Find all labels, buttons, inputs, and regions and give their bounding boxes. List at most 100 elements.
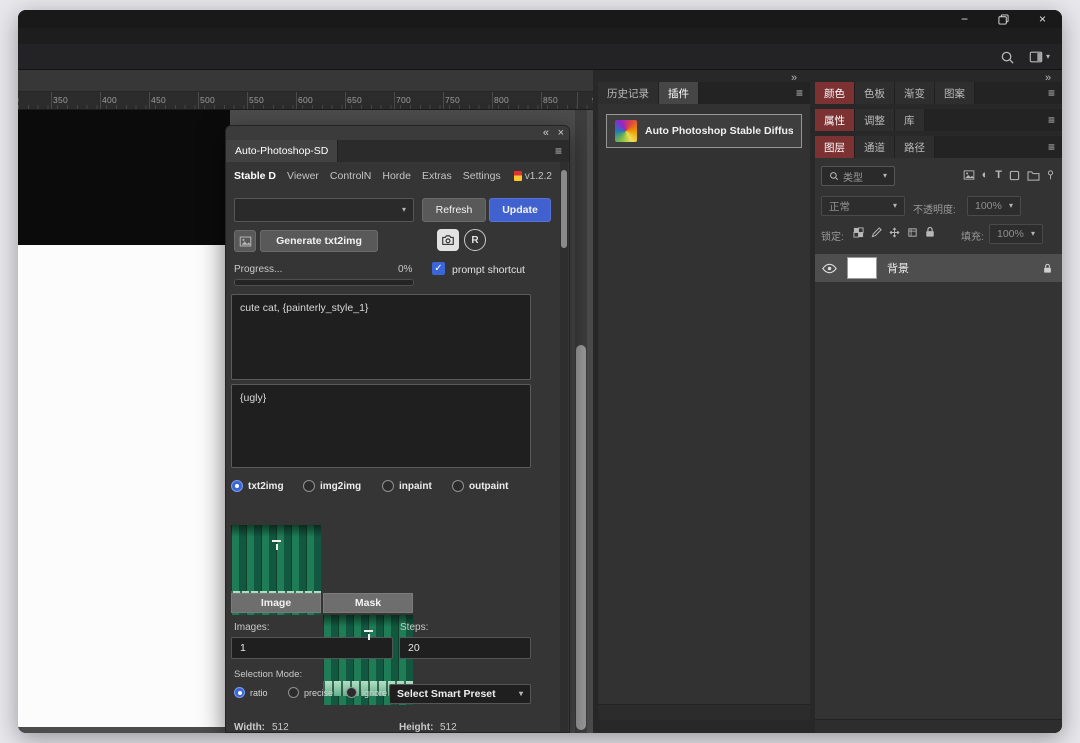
- radio-icon: [346, 687, 357, 698]
- tab-extras[interactable]: Extras: [422, 170, 452, 182]
- adjustment-layer-filter-icon[interactable]: ◐: [982, 170, 989, 181]
- selection-option-ratio[interactable]: ratio: [234, 687, 268, 698]
- fill-select[interactable]: 100% ▾: [989, 224, 1043, 244]
- panel-menu-icon[interactable]: ≡: [1048, 113, 1055, 127]
- model-select[interactable]: ▾: [234, 198, 414, 222]
- tab-settings[interactable]: Settings: [463, 170, 501, 182]
- generate-txt2img-button[interactable]: Generate txt2img: [260, 230, 378, 252]
- panel-grip[interactable]: « ×: [226, 126, 569, 140]
- tab-channels[interactable]: 通道: [855, 136, 895, 158]
- lock-buttons: [853, 226, 935, 238]
- ruler-number: 400: [102, 95, 117, 105]
- selection-option-precise[interactable]: precise: [288, 687, 333, 698]
- image-picker-button[interactable]: [234, 230, 256, 252]
- mode-option-txt2img[interactable]: txt2img: [231, 480, 284, 492]
- type-layer-filter-icon[interactable]: T: [995, 170, 1002, 181]
- auto-photoshop-sd-panel: « × Auto-Photoshop-SD ≡ Stable D Viewer …: [225, 125, 570, 733]
- panel-menu-icon[interactable]: ≡: [1048, 86, 1055, 100]
- radio-icon: [452, 480, 464, 492]
- chevron-down-icon: ▾: [883, 172, 887, 180]
- mask-button[interactable]: Mask: [323, 593, 413, 613]
- prompt-textarea[interactable]: cute cat, {painterly_style_1}: [231, 294, 531, 380]
- workspace-switcher-icon[interactable]: ▾: [1029, 50, 1050, 64]
- tab-paths[interactable]: 路径: [895, 136, 935, 158]
- r-circle-button[interactable]: R: [464, 229, 486, 251]
- background-lock-icon[interactable]: [1043, 263, 1052, 274]
- panel-scrollbar-thumb[interactable]: [561, 170, 567, 248]
- tab-adjustments[interactable]: 调整: [855, 109, 895, 131]
- tab-history[interactable]: 历史记录: [598, 82, 659, 104]
- negative-prompt-textarea[interactable]: {ugly}: [231, 384, 531, 468]
- filter-toggle-icon[interactable]: [1047, 169, 1054, 181]
- tab-libraries[interactable]: 库: [895, 109, 925, 131]
- plugin-list-item[interactable]: Auto Photoshop Stable Diffusion...: [606, 114, 802, 148]
- images-input[interactable]: 1: [231, 637, 393, 659]
- collapse-panel-icon[interactable]: «: [543, 127, 549, 139]
- lock-pixels-brush-icon[interactable]: [871, 227, 882, 238]
- selection-option-ignore[interactable]: ignore: [346, 687, 387, 698]
- refresh-button[interactable]: Refresh: [422, 198, 486, 222]
- mode-option-img2img[interactable]: img2img: [303, 480, 361, 492]
- tab-stable-diffusion[interactable]: Stable D: [234, 170, 276, 182]
- radio-icon: [231, 480, 243, 492]
- search-icon[interactable]: [1000, 50, 1015, 65]
- blend-mode-select[interactable]: 正常 ▾: [821, 196, 905, 216]
- options-bar: ▾: [18, 44, 1062, 70]
- pixel-layer-filter-icon[interactable]: [963, 169, 975, 181]
- layer-name[interactable]: 背景: [887, 260, 909, 276]
- minimize-button[interactable]: −: [961, 13, 968, 25]
- scrollbar-thumb[interactable]: [576, 345, 586, 730]
- vertical-scrollbar[interactable]: [575, 110, 587, 733]
- ruler-number: 650: [347, 95, 362, 105]
- visibility-eye-icon[interactable]: [822, 263, 837, 274]
- tab-plugins[interactable]: 插件: [659, 82, 699, 104]
- steps-input[interactable]: 20: [399, 637, 531, 659]
- smart-preset-select[interactable]: Select Smart Preset ▾: [389, 684, 531, 704]
- ruler-number: 750: [445, 95, 460, 105]
- ruler-number: 300: [18, 95, 19, 105]
- layer-thumbnail[interactable]: [847, 257, 877, 279]
- layers-panel: 类型 ▾ ◐ T: [815, 158, 1062, 733]
- tab-swatches[interactable]: 色板: [855, 82, 895, 104]
- layers-panel-footer: [815, 719, 1062, 733]
- mode-option-outpaint[interactable]: outpaint: [452, 480, 508, 492]
- layer-filter-type-select[interactable]: 类型 ▾: [821, 166, 895, 186]
- image-button[interactable]: Image: [231, 593, 321, 613]
- lock-all-icon[interactable]: [925, 226, 935, 238]
- progress-percent: 0%: [398, 264, 412, 275]
- update-button[interactable]: Update: [489, 198, 551, 222]
- tab-patterns[interactable]: 图案: [935, 82, 975, 104]
- shape-layer-filter-icon[interactable]: [1009, 170, 1020, 181]
- panel-menu-icon[interactable]: ≡: [1048, 140, 1055, 154]
- lock-transparent-icon[interactable]: [853, 227, 864, 238]
- opacity-select[interactable]: 100% ▾: [967, 196, 1021, 216]
- ruler-number: 450: [151, 95, 166, 105]
- tab-gradients[interactable]: 渐变: [895, 82, 935, 104]
- mode-option-inpaint[interactable]: inpaint: [382, 480, 432, 492]
- restore-button[interactable]: [998, 14, 1009, 25]
- lock-artboard-icon[interactable]: [907, 227, 918, 238]
- tab-properties[interactable]: 属性: [815, 109, 855, 131]
- panel-menu-icon[interactable]: ≡: [555, 144, 562, 158]
- lock-position-move-icon[interactable]: [889, 227, 900, 238]
- layer-filter-icons: ◐ T: [963, 169, 1054, 181]
- chevron-down-icon: ▾: [1046, 53, 1050, 61]
- snapshot-camera-button[interactable]: [437, 229, 459, 251]
- tab-controlnet[interactable]: ControlN: [330, 170, 371, 182]
- tab-layers[interactable]: 图层: [815, 136, 855, 158]
- prompt-shortcut-checkbox[interactable]: ✓: [432, 262, 445, 275]
- layer-row-background[interactable]: 背景: [815, 254, 1062, 282]
- panel-menu-icon[interactable]: ≡: [796, 86, 803, 100]
- tab-color[interactable]: 颜色: [815, 82, 855, 104]
- chevron-down-icon: ▾: [402, 206, 406, 214]
- tab-auto-photoshop-sd[interactable]: Auto-Photoshop-SD: [226, 140, 338, 162]
- close-button[interactable]: ×: [1039, 13, 1046, 25]
- tab-viewer[interactable]: Viewer: [287, 170, 319, 182]
- panel-scrollbar[interactable]: [560, 162, 568, 733]
- titlebar[interactable]: − ×: [18, 10, 1062, 28]
- smart-object-filter-icon[interactable]: [1027, 170, 1040, 181]
- close-panel-icon[interactable]: ×: [558, 127, 564, 139]
- panel-dock: » » 历史记录 插件 ≡ Auto Photoshop Stable Diff…: [593, 70, 1062, 733]
- tab-horde[interactable]: Horde: [382, 170, 411, 182]
- document-white-area: [18, 245, 230, 727]
